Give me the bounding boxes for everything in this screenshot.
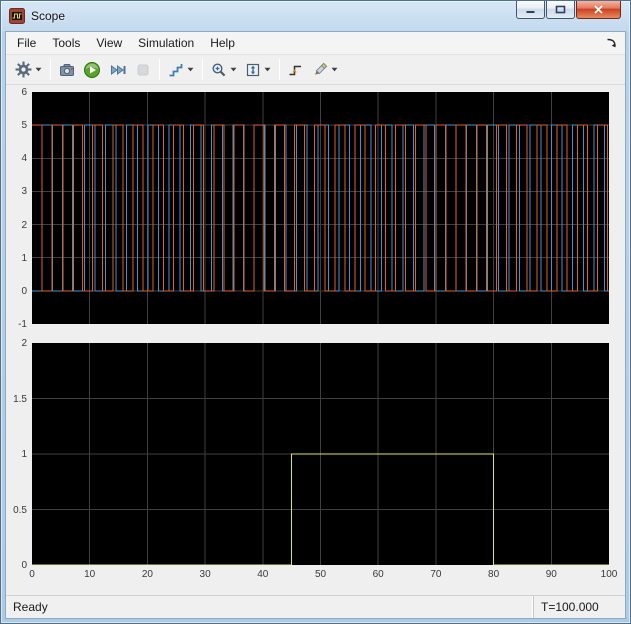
menu-view[interactable]: View [88, 32, 130, 54]
display-1-y-tick-label: 1 [21, 252, 27, 264]
display-2-axes[interactable] [32, 343, 609, 565]
minimize-icon [526, 11, 535, 13]
toolbar [6, 55, 625, 85]
measurements-icon [312, 62, 328, 78]
toolbar-separator [50, 59, 51, 80]
stepping-options-button[interactable] [164, 57, 198, 82]
menu-simulation[interactable]: Simulation [130, 32, 202, 54]
display-2-x-tick-label: 100 [600, 569, 618, 580]
display-2-x-tick-label: 60 [372, 569, 384, 580]
menu-help[interactable]: Help [202, 32, 243, 54]
maximize-icon [555, 5, 566, 14]
dropdown-arrow-icon[interactable] [230, 67, 237, 72]
display-2-x-tick-label: 0 [29, 569, 35, 580]
statusbar: Ready T=100.000 [6, 595, 625, 618]
trigger-icon [288, 62, 304, 78]
close-icon [594, 5, 603, 14]
dropdown-arrow-icon[interactable] [264, 67, 271, 72]
display-1-y-tick-label: 6 [21, 87, 27, 98]
step-forward-button[interactable] [105, 57, 131, 82]
display-1-y-tick-label: 5 [21, 120, 27, 132]
display-2-y-tick-label: 0.5 [13, 504, 27, 516]
maximize-button[interactable] [546, 1, 575, 19]
display-1-y-tick-label: 4 [21, 153, 27, 165]
snapshot-button[interactable] [55, 57, 79, 82]
dropdown-arrow-icon[interactable] [331, 67, 338, 72]
menu-file[interactable]: File [9, 32, 44, 54]
triggers-button[interactable] [284, 57, 308, 82]
titlebar[interactable]: Scope [1, 1, 630, 31]
window-controls [515, 1, 621, 19]
display-1-axes[interactable] [32, 92, 609, 324]
display-2-x-tick-label: 30 [199, 569, 211, 580]
menubar: File Tools View Simulation Help [6, 32, 625, 55]
menu-items: File Tools View Simulation Help [9, 32, 605, 54]
window-body: File Tools View Simulation Help -1 0 1 2 3 4 5 6 0 0.… [5, 31, 626, 619]
display-1-y-tick-label: -1 [18, 319, 27, 330]
display-2-x-tick-label: 10 [84, 569, 96, 580]
toolbar-separator [159, 59, 160, 80]
display-2-y-tick-label: 1 [21, 449, 27, 460]
display-2-x-tick-label: 20 [141, 569, 153, 580]
toolbar-separator [279, 59, 280, 80]
stairs-icon [168, 62, 184, 78]
fit-to-view-icon [245, 62, 261, 78]
play-icon [83, 61, 101, 79]
display-2-x-tick-label: 90 [545, 569, 557, 580]
stop-icon [135, 62, 151, 78]
zoom-button[interactable] [207, 57, 241, 82]
close-button[interactable] [576, 1, 621, 19]
menu-tools[interactable]: Tools [44, 32, 88, 54]
zoom-in-icon [211, 62, 227, 78]
display-2-x-tick-label: 50 [314, 569, 327, 580]
cursor-measurements-button[interactable] [308, 57, 342, 82]
display-1-y-tick-label: 0 [21, 285, 27, 297]
simulation-time: T=100.000 [533, 596, 625, 618]
display-2-y-tick-label: 2 [21, 338, 27, 349]
scope-window: Scope File Tools View Simulation Help -1… [0, 0, 631, 624]
undock-icon[interactable] [605, 37, 618, 50]
dropdown-arrow-icon[interactable] [187, 67, 194, 72]
scope-app-icon [9, 8, 25, 24]
display-1-y-tick-label: 3 [21, 186, 27, 198]
fit-to-view-button[interactable] [241, 57, 275, 82]
display-2-x-tick-label: 40 [257, 569, 269, 580]
display-2-y-tick-label: 1.5 [13, 393, 27, 405]
configuration-button[interactable] [11, 57, 46, 82]
window-title: Scope [31, 9, 66, 23]
toolbar-separator [202, 59, 203, 80]
plot-panel: -1 0 1 2 3 4 5 6 0 0.5 1 1.5 2 0 10 20 30 40 50 60 70 80 90 100 [6, 85, 625, 595]
run-button[interactable] [79, 57, 105, 82]
minimize-button[interactable] [516, 1, 545, 19]
step-forward-icon [109, 62, 127, 78]
display-2-x-tick-label: 70 [430, 569, 442, 580]
stop-button[interactable] [131, 57, 155, 82]
dropdown-arrow-icon[interactable] [35, 67, 42, 72]
gear-icon [15, 61, 32, 78]
display-1-y-tick-label: 2 [21, 219, 27, 231]
status-text: Ready [13, 600, 48, 614]
display-2-x-tick-label: 80 [488, 569, 500, 580]
camera-icon [59, 62, 75, 78]
